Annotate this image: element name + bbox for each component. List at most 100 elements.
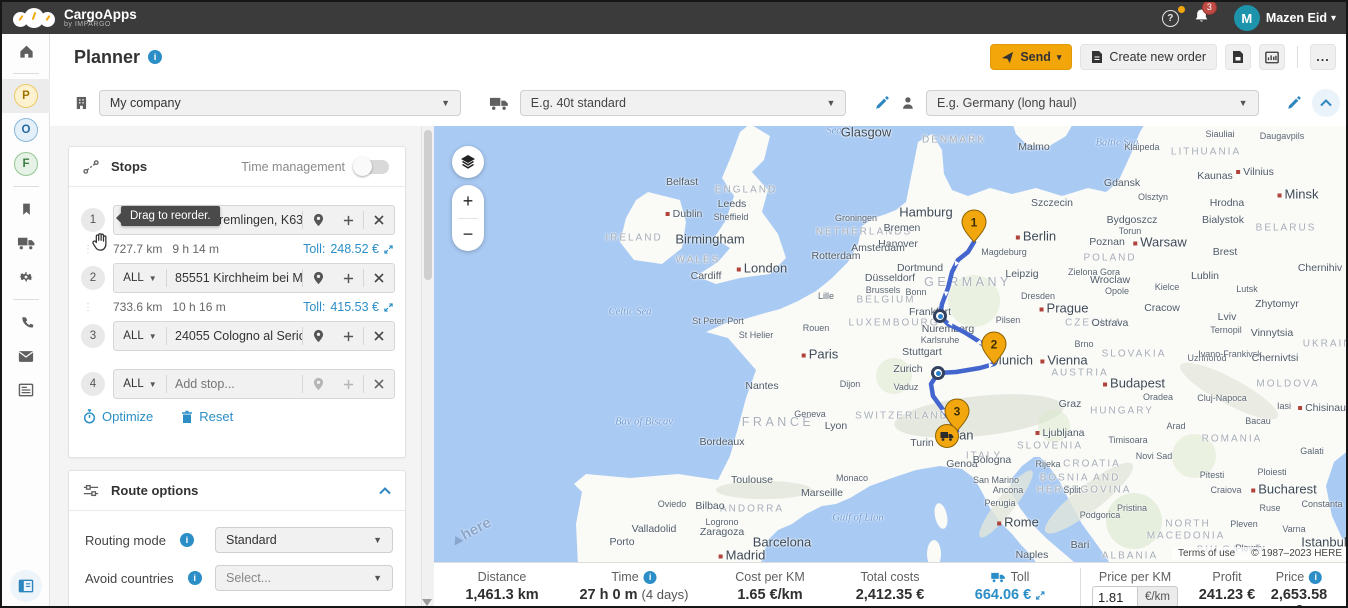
add-stop-below-button[interactable] xyxy=(333,215,363,226)
map-layers-button[interactable] xyxy=(452,146,484,178)
stat-note: (4 days) xyxy=(641,587,689,602)
map-controls: + − xyxy=(452,146,484,251)
collapse-toolbar-button[interactable] xyxy=(1312,89,1340,117)
routing-mode-info-icon[interactable]: i xyxy=(179,533,194,547)
add-stop-below-button[interactable] xyxy=(333,273,363,284)
avoid-countries-info-icon[interactable]: i xyxy=(187,571,202,585)
drag-handle-icon[interactable]: ⋮ xyxy=(83,302,107,313)
help-icon[interactable]: ? xyxy=(1161,5,1185,27)
route-icon xyxy=(83,159,99,174)
stop-3-address[interactable]: 24055 Cologno al Serio... xyxy=(167,329,302,343)
company-select[interactable]: My company ▼ xyxy=(98,90,462,116)
chevron-down-icon: ▾ xyxy=(1056,51,1062,62)
segment-toll-link[interactable]: Toll: 248.52 € xyxy=(303,242,393,256)
price-per-km-input[interactable] xyxy=(1092,586,1139,606)
sidebar-item-bookmarks[interactable] xyxy=(2,192,50,226)
stop-4-type-dropdown[interactable]: ALL ▼ xyxy=(114,378,166,390)
notifications-bell[interactable]: 3 xyxy=(1193,2,1217,30)
stat-value: 27 h 0 m xyxy=(579,587,638,603)
stat-value: 664.06 € xyxy=(974,587,1032,603)
toll-total-link[interactable]: 664.06 € xyxy=(975,587,1045,603)
price-info-icon[interactable]: i xyxy=(1309,570,1323,584)
more-actions-button[interactable]: ... xyxy=(1310,44,1336,70)
stat-label: Total costs xyxy=(860,570,920,584)
user-menu[interactable]: M Mazen Eid ▾ xyxy=(1224,5,1336,31)
waypoint-marker[interactable] xyxy=(931,366,945,380)
remove-stop-button[interactable] xyxy=(364,215,394,225)
gear-icon xyxy=(19,272,33,282)
zoom-out-button[interactable]: − xyxy=(452,219,484,252)
map-attribution: Terms of use © 1987–2023 HERE xyxy=(1171,547,1346,560)
planner-app-window: CargoApps by IMPARGO ? 3 M Mazen Eid ▾ P… xyxy=(0,0,1348,608)
time-info-icon[interactable]: i xyxy=(643,570,657,584)
sidebar-item-messages[interactable] xyxy=(2,339,50,373)
avoid-countries-select[interactable]: Select... ▼ xyxy=(215,565,393,591)
planner-info-icon[interactable]: i xyxy=(148,50,163,64)
stop-2-address[interactable]: 85551 Kirchheim bei M... xyxy=(167,271,302,285)
sidebar-item-settings[interactable] xyxy=(2,260,50,294)
scrollbar-down-arrow[interactable] xyxy=(422,599,432,606)
pick-on-map-button[interactable] xyxy=(303,329,333,343)
edit-vehicle-pencil-icon[interactable] xyxy=(874,95,890,111)
stat-value: 1.65 €/km xyxy=(737,587,803,603)
copyright-text: © 1987–2023 HERE xyxy=(1251,548,1342,559)
remove-stop-button[interactable] xyxy=(364,273,394,283)
envelope-icon xyxy=(18,350,34,362)
sidebar-item-phone[interactable] xyxy=(2,305,50,339)
collapse-sidebar-button[interactable] xyxy=(10,570,42,602)
stop-2-type-dropdown[interactable]: ALL ▼ xyxy=(114,272,166,284)
pick-on-map-button[interactable] xyxy=(303,213,333,227)
vehicle-profile-select[interactable]: E.g. 40t standard ▼ xyxy=(519,90,847,116)
reset-button[interactable]: Reset xyxy=(181,409,233,424)
zoom-in-button[interactable]: + xyxy=(452,185,484,218)
chevron-up-icon[interactable] xyxy=(379,486,391,495)
terms-of-use-link[interactable]: Terms of use xyxy=(1178,548,1235,559)
segment-distance: 727.7 km xyxy=(113,242,163,256)
stat-price: Pricei 2,653.58 € xyxy=(1271,570,1327,606)
remove-stop-button[interactable] xyxy=(364,331,394,341)
panel-scrollbar[interactable] xyxy=(421,126,434,606)
scrollbar-thumb[interactable] xyxy=(424,130,432,280)
company-select-value: My company xyxy=(109,96,181,110)
stop-3-type-dropdown[interactable]: ALL ▼ xyxy=(114,330,166,342)
app-name: CargoApps xyxy=(64,7,137,22)
page-header: Planner i Send ▾ Create new order ... xyxy=(50,34,1346,80)
report-button[interactable] xyxy=(1259,44,1285,70)
add-stop-input[interactable] xyxy=(175,377,294,391)
edit-driver-pencil-icon[interactable] xyxy=(1286,95,1302,111)
driver-profile-select[interactable]: E.g. Germany (long haul) ▼ xyxy=(925,90,1259,116)
stop-pin-marker-2[interactable]: 2 xyxy=(981,331,1007,365)
sidebar-item-home[interactable] xyxy=(2,34,50,68)
export-document-icon xyxy=(1233,51,1243,63)
export-document-button[interactable] xyxy=(1225,44,1251,70)
add-stop-below-button[interactable] xyxy=(333,331,363,342)
route-polyline-layer xyxy=(928,239,997,439)
time-management-toggle[interactable] xyxy=(353,156,389,176)
sidebar-item-vehicles[interactable] xyxy=(2,226,50,260)
stop-pin-marker-1[interactable]: 1 xyxy=(961,209,987,243)
price-per-km-unit: €/km xyxy=(1138,586,1178,606)
send-button[interactable]: Send ▾ xyxy=(990,44,1073,70)
sidebar-item-orders[interactable]: O xyxy=(2,113,50,147)
segment-toll-link[interactable]: Toll: 415.53 € xyxy=(303,300,393,314)
send-button-label: Send xyxy=(1020,50,1051,64)
waypoint-marker[interactable] xyxy=(933,309,947,323)
truck-position-marker[interactable] xyxy=(935,424,959,448)
optimize-button[interactable]: Optimize xyxy=(83,409,153,424)
app-logo[interactable]: CargoApps by IMPARGO xyxy=(12,4,137,32)
sidebar-item-planner[interactable]: P xyxy=(2,79,50,113)
stats-divider xyxy=(1080,568,1081,606)
pick-on-map-button[interactable] xyxy=(303,271,333,285)
truck-icon xyxy=(17,237,34,250)
sidebar-item-fleet[interactable]: F xyxy=(2,147,50,181)
stop-type-value: ALL xyxy=(123,330,144,342)
chevron-down-icon: ▼ xyxy=(373,573,382,583)
create-new-order-button[interactable]: Create new order xyxy=(1080,44,1217,70)
route-map[interactable]: Sea Baltic Sea Celtic Sea Bay of Biscay Gulf… xyxy=(434,126,1346,562)
remove-stop-button[interactable] xyxy=(364,379,394,389)
stop-row-4: 4 ALL ▼ xyxy=(69,369,407,399)
stop-row-3: 3 ALL ▼ 24055 Cologno al Serio... xyxy=(69,321,407,351)
route-options-header[interactable]: Route options xyxy=(69,471,405,511)
routing-mode-select[interactable]: Standard ▼ xyxy=(215,527,393,553)
sidebar-item-billing[interactable] xyxy=(2,373,50,407)
